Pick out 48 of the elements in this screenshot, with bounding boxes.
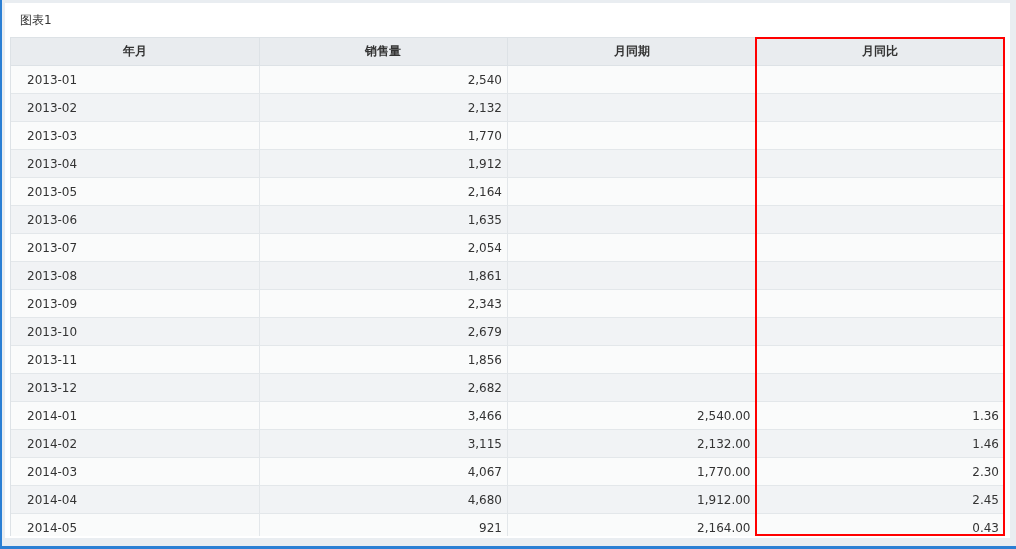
table-cell: 2.30 — [756, 458, 1005, 486]
table-cell: 3,115 — [259, 430, 508, 458]
table-cell: 2,540.00 — [508, 402, 757, 430]
table-cell: 2,682 — [259, 374, 508, 402]
table-cell: 2,164.00 — [508, 514, 757, 536]
table-cell: 1,912.00 — [508, 486, 757, 514]
column-header: 年月 — [11, 37, 260, 66]
table-cell: 2,132 — [259, 94, 508, 122]
table-cell: 1,861 — [259, 262, 508, 290]
table-cell: 4,067 — [259, 458, 508, 486]
table-cell: 3,466 — [259, 402, 508, 430]
table-cell: 2013-08 — [11, 262, 260, 290]
table-cell: 1.36 — [756, 402, 1005, 430]
table-cell: 2,164 — [259, 178, 508, 206]
column-header: 销售量 — [259, 37, 508, 66]
table-cell: 1,912 — [259, 150, 508, 178]
column-header: 月同比 — [756, 37, 1005, 66]
table-cell: 2013-02 — [11, 94, 260, 122]
table-cell: 2013-04 — [11, 150, 260, 178]
table-cell: 1,770 — [259, 122, 508, 150]
table-cell: 2013-03 — [11, 122, 260, 150]
table-cell: 2.45 — [756, 486, 1005, 514]
table-cell: 921 — [259, 514, 508, 536]
table-cell: 4,680 — [259, 486, 508, 514]
table-cell: 2,054 — [259, 234, 508, 262]
table-cell: 2013-07 — [11, 234, 260, 262]
table-cell: 2014-01 — [11, 402, 260, 430]
table-cell: 2014-03 — [11, 458, 260, 486]
table-cell: 2,540 — [259, 66, 508, 94]
table-cell: 2013-01 — [11, 66, 260, 94]
table-cell: 2013-10 — [11, 318, 260, 346]
table-cell: 2013-09 — [11, 290, 260, 318]
panel-title: 图表1 — [20, 11, 52, 29]
table-cell: 1,856 — [259, 346, 508, 374]
table-cell: 2013-11 — [11, 346, 260, 374]
table-cell: 2,132.00 — [508, 430, 757, 458]
table-cell: 2013-12 — [11, 374, 260, 402]
table-cell: 2014-02 — [11, 430, 260, 458]
column-header: 月同期 — [508, 37, 757, 66]
table-cell: 2014-04 — [11, 486, 260, 514]
table-cell: 1.46 — [756, 430, 1005, 458]
table-cell: 2,679 — [259, 318, 508, 346]
table-cell: 2,343 — [259, 290, 508, 318]
table-cell: 2013-05 — [11, 178, 260, 206]
table-cell: 1,635 — [259, 206, 508, 234]
table-cell: 2013-06 — [11, 206, 260, 234]
table-cell: 1,770.00 — [508, 458, 757, 486]
table-cell: 2014-05 — [11, 514, 260, 536]
